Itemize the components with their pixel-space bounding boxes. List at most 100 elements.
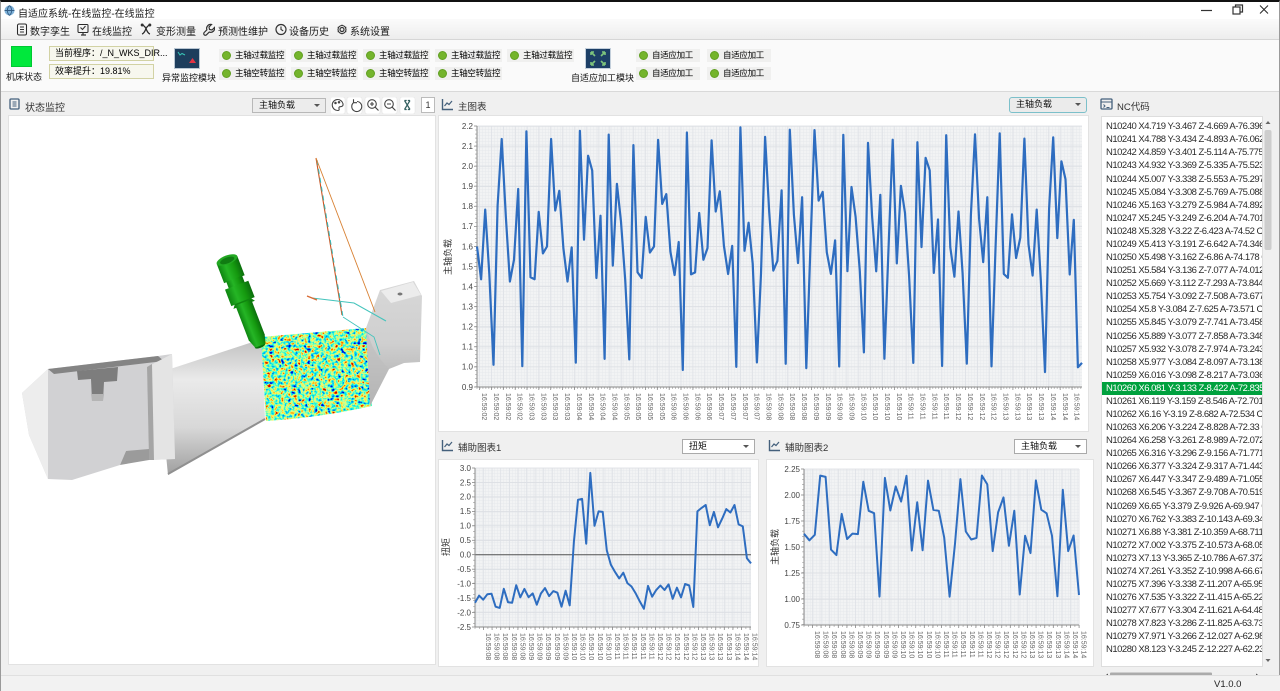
svg-text:1.7: 1.7: [462, 222, 474, 231]
svg-text:16:59:08: 16:59:08: [776, 393, 783, 420]
svg-text:16:59:10: 16:59:10: [596, 633, 603, 660]
svg-text:16:59:09: 16:59:09: [812, 393, 819, 420]
svg-text:16:59:03: 16:59:03: [563, 393, 570, 420]
svg-text:2.2: 2.2: [462, 122, 474, 131]
svg-text:16:59:14: 16:59:14: [1073, 393, 1080, 420]
svg-text:2.0: 2.0: [460, 493, 472, 502]
svg-text:16:59:09: 16:59:09: [865, 631, 872, 658]
svg-text:16:59:10: 16:59:10: [604, 633, 611, 660]
svg-text:16:59:09: 16:59:09: [561, 633, 568, 660]
svg-text:2.00: 2.00: [784, 491, 800, 500]
svg-text:2.1: 2.1: [462, 142, 474, 151]
svg-text:0.75: 0.75: [784, 621, 800, 630]
svg-text:16:59:10: 16:59:10: [587, 633, 594, 660]
svg-text:16:59:14: 16:59:14: [751, 633, 758, 660]
svg-text:16:59:09: 16:59:09: [836, 393, 843, 420]
svg-text:16:59:13: 16:59:13: [1037, 393, 1044, 420]
svg-text:-0.5: -0.5: [457, 565, 471, 574]
svg-text:16:59:08: 16:59:08: [510, 633, 517, 660]
svg-text:16:59:10: 16:59:10: [895, 393, 902, 420]
svg-text:16:59:09: 16:59:09: [553, 633, 560, 660]
svg-text:主轴负载: 主轴负载: [769, 529, 780, 565]
svg-text:16:59:14: 16:59:14: [733, 633, 740, 660]
svg-text:16:59:11: 16:59:11: [613, 633, 620, 660]
svg-text:16:59:11: 16:59:11: [951, 631, 958, 658]
svg-text:16:59:08: 16:59:08: [493, 633, 500, 660]
svg-text:16:59:08: 16:59:08: [765, 393, 772, 420]
svg-text:16:59:10: 16:59:10: [899, 631, 906, 658]
svg-text:16:59:08: 16:59:08: [813, 631, 820, 658]
svg-text:16:59:11: 16:59:11: [976, 631, 983, 658]
svg-text:1.6: 1.6: [462, 242, 474, 251]
svg-text:16:59:12: 16:59:12: [978, 393, 985, 420]
svg-text:16:59:13: 16:59:13: [725, 633, 732, 660]
svg-text:16:59:11: 16:59:11: [959, 631, 966, 658]
svg-text:16:59:14: 16:59:14: [742, 633, 749, 660]
svg-text:16:59:12: 16:59:12: [1019, 631, 1026, 658]
svg-text:16:59:12: 16:59:12: [673, 633, 680, 660]
svg-text:16:59:12: 16:59:12: [690, 633, 697, 660]
svg-text:16:59:11: 16:59:11: [647, 633, 654, 660]
svg-text:16:59:10: 16:59:10: [883, 393, 890, 420]
svg-text:16:59:12: 16:59:12: [966, 393, 973, 420]
svg-text:16:59:13: 16:59:13: [1037, 631, 1044, 658]
svg-text:1.9: 1.9: [462, 182, 474, 191]
svg-text:1.75: 1.75: [784, 517, 800, 526]
svg-text:16:59:07: 16:59:07: [753, 393, 760, 420]
svg-text:3.0: 3.0: [460, 464, 472, 473]
svg-text:16:59:02: 16:59:02: [504, 393, 511, 420]
svg-text:1.5: 1.5: [460, 507, 472, 516]
svg-text:16:59:03: 16:59:03: [528, 393, 535, 420]
svg-text:16:59:11: 16:59:11: [968, 631, 975, 658]
svg-text:16:59:02: 16:59:02: [516, 393, 523, 420]
svg-text:16:59:06: 16:59:06: [705, 393, 712, 420]
svg-text:16:59:04: 16:59:04: [599, 393, 606, 420]
svg-text:1.50: 1.50: [784, 543, 800, 552]
svg-text:1.2: 1.2: [462, 323, 474, 332]
svg-text:2.25: 2.25: [784, 465, 800, 474]
svg-text:16:59:13: 16:59:13: [716, 633, 723, 660]
svg-text:16:59:11: 16:59:11: [639, 633, 646, 660]
svg-text:16:59:08: 16:59:08: [847, 631, 854, 658]
svg-text:16:59:11: 16:59:11: [942, 393, 949, 420]
svg-text:-2.5: -2.5: [457, 623, 471, 632]
svg-text:0.5: 0.5: [460, 536, 472, 545]
svg-text:16:59:11: 16:59:11: [907, 393, 914, 420]
svg-text:16:59:09: 16:59:09: [536, 633, 543, 660]
svg-text:16:59:09: 16:59:09: [873, 631, 880, 658]
svg-text:16:59:13: 16:59:13: [1028, 631, 1035, 658]
svg-text:16:59:08: 16:59:08: [518, 633, 525, 660]
svg-text:16:59:12: 16:59:12: [1011, 631, 1018, 658]
svg-text:-1.5: -1.5: [457, 594, 471, 603]
svg-text:16:59:10: 16:59:10: [570, 633, 577, 660]
svg-text:1.1: 1.1: [462, 343, 474, 352]
svg-text:16:59:10: 16:59:10: [859, 393, 866, 420]
svg-text:16:59:14: 16:59:14: [1071, 631, 1078, 658]
svg-text:1.25: 1.25: [784, 569, 800, 578]
svg-text:16:59:10: 16:59:10: [908, 631, 915, 658]
svg-text:16:59:08: 16:59:08: [484, 633, 491, 660]
svg-text:16:59:04: 16:59:04: [610, 393, 617, 420]
svg-text:2.0: 2.0: [462, 162, 474, 171]
svg-text:16:59:09: 16:59:09: [882, 631, 889, 658]
svg-text:16:59:12: 16:59:12: [1002, 631, 1009, 658]
svg-text:16:59:09: 16:59:09: [544, 633, 551, 660]
svg-text:16:59:06: 16:59:06: [682, 393, 689, 420]
svg-text:16:59:10: 16:59:10: [933, 631, 940, 658]
svg-text:1.8: 1.8: [462, 202, 474, 211]
svg-text:16:59:11: 16:59:11: [930, 393, 937, 420]
svg-text:16:59:08: 16:59:08: [830, 631, 837, 658]
svg-text:16:59:09: 16:59:09: [856, 631, 863, 658]
svg-text:16:59:08: 16:59:08: [800, 393, 807, 420]
svg-text:16:59:11: 16:59:11: [919, 393, 926, 420]
svg-text:16:59:13: 16:59:13: [708, 633, 715, 660]
svg-text:16:59:05: 16:59:05: [646, 393, 653, 420]
svg-text:16:59:11: 16:59:11: [622, 633, 629, 660]
svg-text:1.00: 1.00: [784, 595, 800, 604]
svg-text:16:59:12: 16:59:12: [985, 631, 992, 658]
svg-text:16:59:07: 16:59:07: [741, 393, 748, 420]
svg-text:16:59:07: 16:59:07: [729, 393, 736, 420]
svg-text:16:59:04: 16:59:04: [575, 393, 582, 420]
svg-text:16:59:03: 16:59:03: [539, 393, 546, 420]
svg-text:16:59:02: 16:59:02: [492, 393, 499, 420]
